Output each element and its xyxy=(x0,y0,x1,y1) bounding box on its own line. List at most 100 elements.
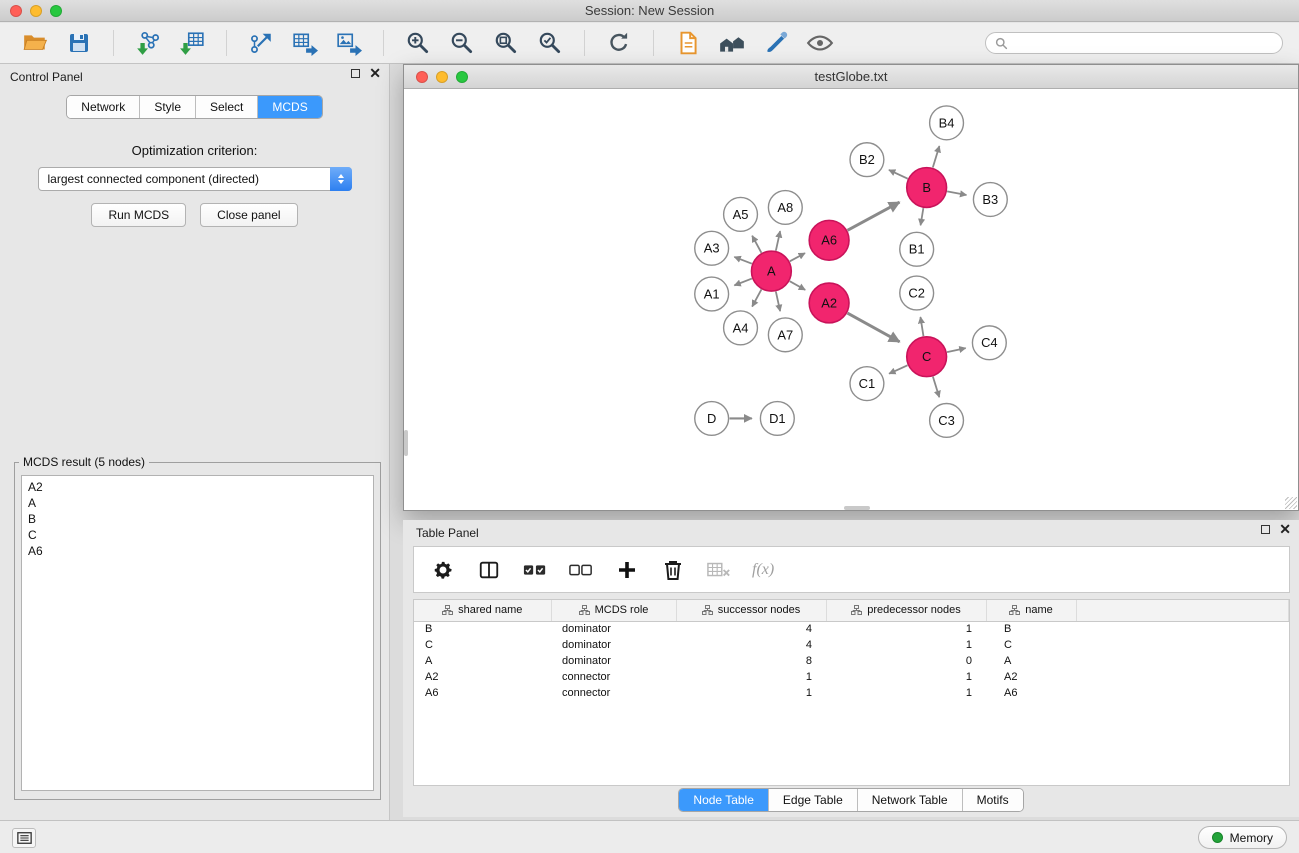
table-cell[interactable]: connector xyxy=(551,685,676,701)
search-field[interactable] xyxy=(985,32,1283,54)
graph-node-A2[interactable]: A2 xyxy=(809,283,849,323)
graph-edge-A-A2[interactable] xyxy=(790,281,806,290)
graph-node-B1[interactable]: B1 xyxy=(900,232,934,266)
open-session-button[interactable] xyxy=(16,27,54,59)
run-mcds-button[interactable]: Run MCDS xyxy=(91,203,186,227)
table-cell[interactable]: A6 xyxy=(986,685,1076,701)
graph-node-C[interactable]: C xyxy=(907,337,947,377)
graph-edge-C-C1[interactable] xyxy=(889,365,907,373)
tab-network-table[interactable]: Network Table xyxy=(858,789,963,811)
mcds-result-item[interactable]: B xyxy=(28,511,367,527)
table-cell[interactable]: 1 xyxy=(676,669,826,685)
close-panel-icon[interactable]: ✕ xyxy=(1279,525,1291,534)
zoom-in-button[interactable] xyxy=(399,27,437,59)
table-cell[interactable]: 4 xyxy=(676,637,826,653)
zoom-traffic-light[interactable] xyxy=(456,71,468,83)
dropdown-stepper[interactable] xyxy=(330,167,352,191)
graph-edge-A6-B[interactable] xyxy=(848,202,900,230)
graph-edge-B-B3[interactable] xyxy=(947,191,966,195)
graph-node-C4[interactable]: C4 xyxy=(972,326,1006,360)
delete-table-button[interactable] xyxy=(706,557,732,583)
graph-node-B3[interactable]: B3 xyxy=(973,183,1007,217)
graph-edge-A-A8[interactable] xyxy=(776,231,780,251)
search-input[interactable] xyxy=(1014,36,1273,50)
table-cell[interactable]: 1 xyxy=(826,669,986,685)
graph-node-A1[interactable]: A1 xyxy=(695,277,729,311)
tab-edge-table[interactable]: Edge Table xyxy=(769,789,858,811)
graph-node-A6[interactable]: A6 xyxy=(809,220,849,260)
style-brush-button[interactable] xyxy=(757,27,795,59)
table-cell[interactable]: 0 xyxy=(826,653,986,669)
export-network-button[interactable] xyxy=(242,27,280,59)
table-cell[interactable]: 8 xyxy=(676,653,826,669)
table-cell[interactable]: B xyxy=(986,621,1076,637)
function-builder-button[interactable]: f(x) xyxy=(752,557,774,583)
table-cell[interactable]: 1 xyxy=(826,637,986,653)
graph-node-C2[interactable]: C2 xyxy=(900,276,934,310)
mcds-result-item[interactable]: A xyxy=(28,495,367,511)
float-panel-icon[interactable] xyxy=(351,69,360,78)
tab-select[interactable]: Select xyxy=(196,96,258,118)
graph-edge-C-C4[interactable] xyxy=(947,348,966,352)
graph-edge-A-A1[interactable] xyxy=(734,279,752,286)
graph-node-B[interactable]: B xyxy=(907,168,947,208)
refresh-button[interactable] xyxy=(600,27,638,59)
table-row[interactable]: A6connector11A6 xyxy=(414,685,1289,701)
graph-edge-C-C3[interactable] xyxy=(933,377,939,398)
mcds-result-item[interactable]: C xyxy=(28,527,367,543)
first-neighbors-button[interactable] xyxy=(669,27,707,59)
graph-node-A[interactable]: A xyxy=(751,251,791,291)
graph-edge-B-B1[interactable] xyxy=(921,208,924,225)
table-cell[interactable]: connector xyxy=(551,669,676,685)
export-table-button[interactable] xyxy=(286,27,324,59)
table-cell[interactable]: 1 xyxy=(826,621,986,637)
minimize-traffic-light[interactable] xyxy=(30,5,42,17)
close-panel-icon[interactable]: ✕ xyxy=(369,69,381,78)
table-cell[interactable]: A6 xyxy=(414,685,551,701)
close-traffic-light[interactable] xyxy=(10,5,22,17)
graph-edge-A-A4[interactable] xyxy=(752,289,761,306)
graph-edge-B-B2[interactable] xyxy=(889,170,908,179)
mcds-result-list[interactable]: A2ABCA6 xyxy=(21,475,374,791)
resize-grip[interactable] xyxy=(1285,497,1297,509)
tab-mcds[interactable]: MCDS xyxy=(258,96,321,118)
show-panels-button[interactable] xyxy=(12,828,36,848)
table-cell[interactable]: A2 xyxy=(986,669,1076,685)
column-header-shared-name[interactable]: shared name xyxy=(414,600,551,621)
import-network-button[interactable] xyxy=(129,27,167,59)
table-settings-button[interactable] xyxy=(430,557,456,583)
import-table-button[interactable] xyxy=(173,27,211,59)
graph-edge-A-A3[interactable] xyxy=(734,257,752,264)
optimization-criterion-dropdown[interactable]: largest connected component (directed) xyxy=(38,167,352,191)
tab-network[interactable]: Network xyxy=(67,96,140,118)
table-cell[interactable]: 1 xyxy=(826,685,986,701)
zoom-fit-button[interactable] xyxy=(487,27,525,59)
network-graph[interactable]: B4B2BB3A8A5A6A3B1AA1C2A2A4A7C4CC1C3DD1 xyxy=(404,90,1298,510)
graph-edge-B-B4[interactable] xyxy=(933,146,940,167)
table-cell[interactable]: C xyxy=(986,637,1076,653)
table-row[interactable]: Cdominator41C xyxy=(414,637,1289,653)
zoom-selected-button[interactable] xyxy=(531,27,569,59)
create-column-button[interactable] xyxy=(614,557,640,583)
mcds-result-item[interactable]: A6 xyxy=(28,543,367,559)
close-panel-button[interactable]: Close panel xyxy=(200,203,297,227)
float-panel-icon[interactable] xyxy=(1261,525,1270,534)
graph-node-C3[interactable]: C3 xyxy=(930,404,964,438)
save-session-button[interactable] xyxy=(60,27,98,59)
zoom-traffic-light[interactable] xyxy=(50,5,62,17)
table-cell[interactable]: dominator xyxy=(551,621,676,637)
show-column-button[interactable] xyxy=(476,557,502,583)
mcds-result-item[interactable]: A2 xyxy=(28,479,367,495)
table-row[interactable]: A2connector11A2 xyxy=(414,669,1289,685)
graph-node-A5[interactable]: A5 xyxy=(724,197,758,231)
graph-edge-A-A5[interactable] xyxy=(752,236,761,253)
graph-node-A7[interactable]: A7 xyxy=(768,318,802,352)
close-traffic-light[interactable] xyxy=(416,71,428,83)
minimize-traffic-light[interactable] xyxy=(436,71,448,83)
select-all-button[interactable] xyxy=(522,557,548,583)
table-row[interactable]: Adominator80A xyxy=(414,653,1289,669)
graph-edge-A2-C[interactable] xyxy=(847,313,899,342)
deselect-all-button[interactable] xyxy=(568,557,594,583)
column-header-successor-nodes[interactable]: successor nodes xyxy=(676,600,826,621)
graph-node-A4[interactable]: A4 xyxy=(724,311,758,345)
